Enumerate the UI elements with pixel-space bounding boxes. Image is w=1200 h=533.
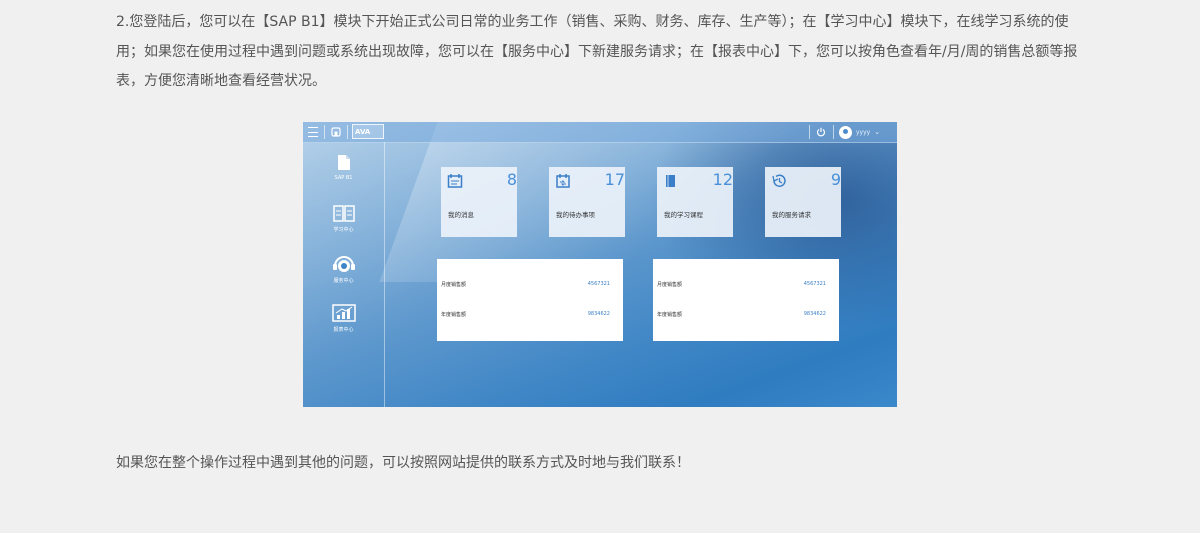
sidebar-item-label: SAP B1 [334, 175, 353, 181]
tile-label: 我的学习课程 [664, 211, 703, 219]
avatar [839, 125, 852, 139]
sales-row-value: 4567321 [587, 281, 610, 287]
app-logo: AVA [352, 124, 384, 139]
divider [809, 125, 810, 139]
book-icon [332, 205, 355, 222]
sales-row: 年度销售额 9834622 [441, 311, 610, 318]
app-topbar: AVA yyyy ⌄ [303, 122, 897, 143]
sidebar-item-reports[interactable]: 报表中心 [303, 304, 384, 333]
outro-paragraph: 如果您在整个操作过程中遇到其他的问题，可以按照网站提供的联系方式及时地与我们联系… [116, 455, 690, 471]
sales-row-label: 月度销售额 [657, 282, 683, 288]
sidebar-item-learning[interactable]: 学习中心 [303, 205, 384, 233]
course-book-icon [666, 175, 675, 187]
sidebar-item-label: 服务中心 [333, 278, 354, 284]
sales-row: 年度销售额 9834622 [657, 311, 826, 318]
tile-count: 9 [830, 170, 841, 189]
sales-panel: 月度销售额 4567321 年度销售额 9834622 [437, 259, 623, 341]
tile-count: 17 [604, 170, 625, 189]
tile-count: 8 [506, 170, 517, 189]
sidebar-item-label: 报表中心 [333, 327, 354, 333]
tile-todo[interactable]: 17 我的待办事项 [549, 167, 625, 237]
tile-messages[interactable]: 8 我的消息 [441, 167, 517, 237]
sidebar-item-service[interactable]: 服务中心 [303, 254, 384, 284]
app-sidebar: SAP B1 学习中心 服务中心 报表中心 [303, 142, 385, 407]
intro-paragraph: 2.您登陆后，您可以在【SAP B1】模块下开始正式公司日常的业务工作（销售、采… [116, 14, 1078, 89]
document-icon [337, 155, 350, 170]
tile-label: 我的消息 [448, 211, 474, 219]
app-screenshot: AVA yyyy ⌄ SAP B1 学习中心 服务中心 报表中心 8 我的消息 … [303, 122, 897, 407]
sales-row-label: 年度销售额 [657, 312, 683, 318]
sales-panel: 月度销售额 4567321 年度销售额 9834622 [653, 259, 839, 341]
history-icon [772, 174, 786, 187]
divider [833, 125, 834, 139]
sales-row-label: 年度销售额 [441, 312, 467, 318]
divider [347, 125, 348, 139]
sales-row-value: 4567321 [803, 281, 826, 287]
sales-row-value: 9834622 [587, 311, 610, 317]
divider [324, 125, 325, 139]
tile-courses[interactable]: 12 我的学习课程 [657, 167, 733, 237]
sales-row-label: 月度销售额 [441, 282, 467, 288]
sales-row: 月度销售额 4567321 [657, 281, 826, 288]
power-icon[interactable] [815, 125, 827, 139]
chart-icon [331, 304, 356, 322]
menu-icon[interactable] [307, 125, 319, 139]
tile-count: 12 [712, 170, 733, 189]
sales-row: 月度销售额 4567321 [441, 281, 610, 288]
user-name: yyyy [856, 128, 871, 136]
message-icon [447, 174, 463, 188]
tile-service-requests[interactable]: 9 我的服务请求 [765, 167, 841, 237]
sidebar-item-label: 学习中心 [333, 227, 354, 233]
chevron-down-icon: ⌄ [874, 128, 881, 136]
sales-row-value: 9834622 [803, 311, 826, 317]
tile-label: 我的待办事项 [556, 211, 595, 219]
calendar-icon [556, 174, 570, 188]
tile-label: 我的服务请求 [772, 211, 811, 219]
user-menu[interactable]: yyyy ⌄ [839, 125, 880, 139]
headset-icon [332, 256, 355, 272]
home-icon[interactable] [330, 125, 342, 139]
sidebar-item-sap-b1[interactable]: SAP B1 [303, 154, 384, 181]
